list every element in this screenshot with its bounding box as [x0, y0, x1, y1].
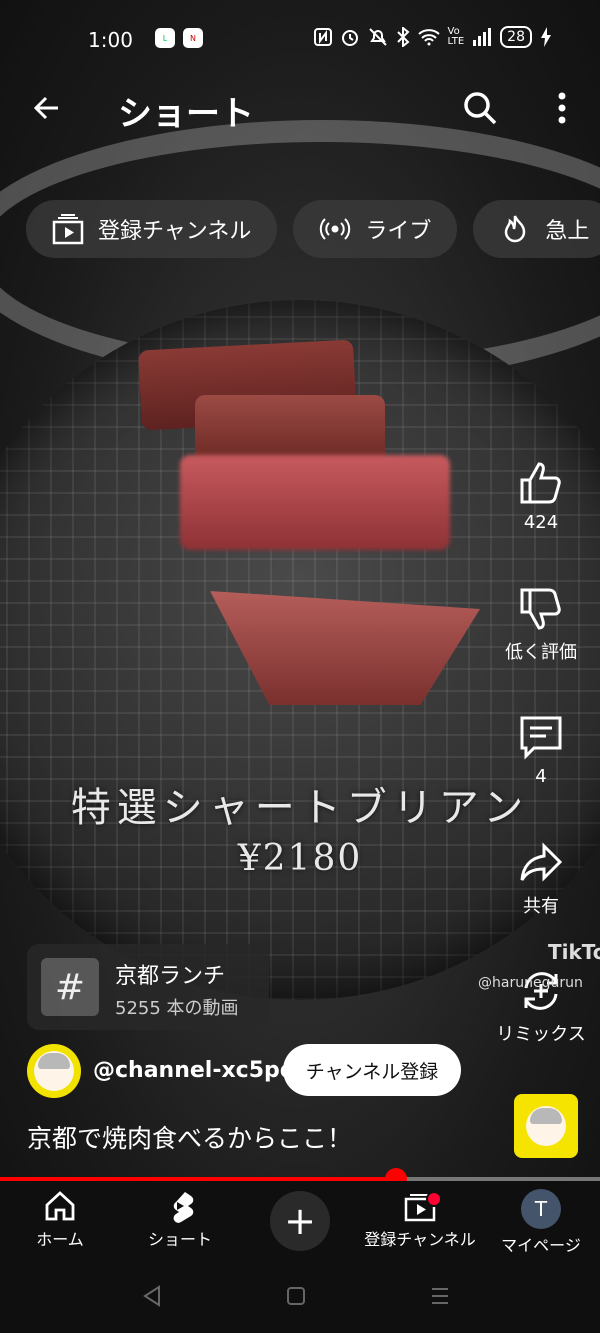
hashtag-title: 京都ランチ [115, 964, 226, 989]
share-button[interactable]: 共有 [496, 840, 586, 918]
chip-label: 急上 [545, 219, 590, 244]
hashtag-card[interactable]: # 京都ランチ 5255 本の動画 [27, 944, 269, 1030]
bluetooth-icon [396, 27, 410, 47]
nav-subscriptions[interactable]: 登録チャンネル [360, 1189, 480, 1250]
chip-label: 登録チャンネル [98, 219, 252, 244]
status-system-icons: Vo LTE 28 [313, 26, 552, 48]
share-label: 共有 [523, 896, 559, 917]
battery-indicator: 28 [500, 26, 532, 48]
nav-label: マイページ [501, 1236, 581, 1255]
remix-label: リミックス [496, 1024, 586, 1045]
bottom-navigation: ホーム ショート + 登録チャンネル T マイページ [0, 1181, 600, 1263]
channel-row: @channel-xc5pd チャンネル登録 [27, 1044, 467, 1098]
share-icon [520, 842, 563, 882]
nav-you[interactable]: T マイページ [498, 1189, 584, 1256]
nav-label: ショート [147, 1230, 212, 1249]
tiktok-username: @harunegurun [478, 975, 583, 991]
alarm-icon [341, 30, 358, 46]
like-button[interactable]: 424 [496, 460, 586, 533]
comments-button[interactable]: 4 [496, 714, 586, 787]
avatar-illustration [526, 1106, 566, 1146]
system-home-icon[interactable] [286, 1285, 306, 1307]
live-icon [319, 213, 351, 245]
status-time: 1:00 [88, 28, 133, 52]
chip-live[interactable]: ライブ [293, 200, 458, 258]
status-app-icons: L N [155, 28, 203, 48]
more-vert-icon[interactable] [552, 88, 572, 128]
system-navigation-bar [0, 1263, 600, 1333]
nav-label: 登録チャンネル [364, 1230, 476, 1249]
user-avatar: T [521, 1189, 561, 1229]
create-button[interactable]: + [270, 1191, 330, 1251]
shorts-icon [173, 1192, 194, 1223]
search-icon[interactable] [460, 88, 500, 128]
mute-icon [368, 28, 387, 46]
home-icon [45, 1191, 75, 1221]
sound-thumbnail[interactable] [514, 1094, 578, 1158]
nav-label: ホーム [36, 1230, 84, 1249]
filter-chips: 登録チャンネル ライブ 急上 [26, 200, 600, 258]
comment-icon [520, 716, 562, 760]
back-arrow-icon[interactable] [28, 90, 64, 126]
channel-handle[interactable]: @channel-xc5pd [93, 1058, 296, 1083]
thumb-down-icon [520, 588, 561, 630]
notification-dot [426, 1191, 442, 1207]
news-app-icon: N [183, 28, 203, 48]
system-back-icon[interactable] [142, 1285, 162, 1307]
charging-icon [541, 27, 551, 47]
system-recents-icon[interactable] [430, 1285, 450, 1307]
chip-subscriptions[interactable]: 登録チャンネル [26, 200, 278, 258]
status-bar: 1:00 L N Vo LTE 28 [0, 0, 600, 80]
nfc-icon [313, 28, 332, 46]
wifi-icon [417, 29, 440, 46]
hashtag-video-count: 5255 本の動画 [115, 998, 239, 1019]
nav-shorts[interactable]: ショート [140, 1189, 220, 1250]
tiktok-watermark: TikTo [548, 940, 600, 964]
hashtag-icon: # [41, 958, 99, 1016]
subscribe-button[interactable]: チャンネル登録 [283, 1044, 461, 1096]
page-title: ショート [118, 94, 254, 134]
video-caption[interactable]: 京都で焼肉食べるからここ！ [27, 1119, 352, 1155]
plus-icon: + [284, 1199, 316, 1243]
meat-slice [180, 455, 450, 550]
line-icon: L [155, 28, 175, 48]
chip-label: ライブ [365, 219, 432, 244]
volte-icon: Vo LTE [447, 26, 465, 47]
channel-avatar[interactable] [27, 1044, 81, 1098]
nav-home[interactable]: ホーム [28, 1189, 92, 1250]
signal-icon [473, 28, 492, 46]
dislike-label: 低く評価 [505, 642, 577, 663]
like-count: 424 [523, 512, 559, 533]
comment-count: 4 [535, 766, 547, 787]
dislike-button[interactable]: 低く評価 [496, 586, 586, 664]
trending-icon [499, 213, 531, 245]
chip-trending[interactable]: 急上 [473, 200, 600, 258]
subscriptions-icon [52, 213, 84, 245]
avatar-illustration [34, 1051, 74, 1091]
thumb-up-icon [520, 462, 561, 504]
shorts-header: ショート [0, 80, 600, 136]
